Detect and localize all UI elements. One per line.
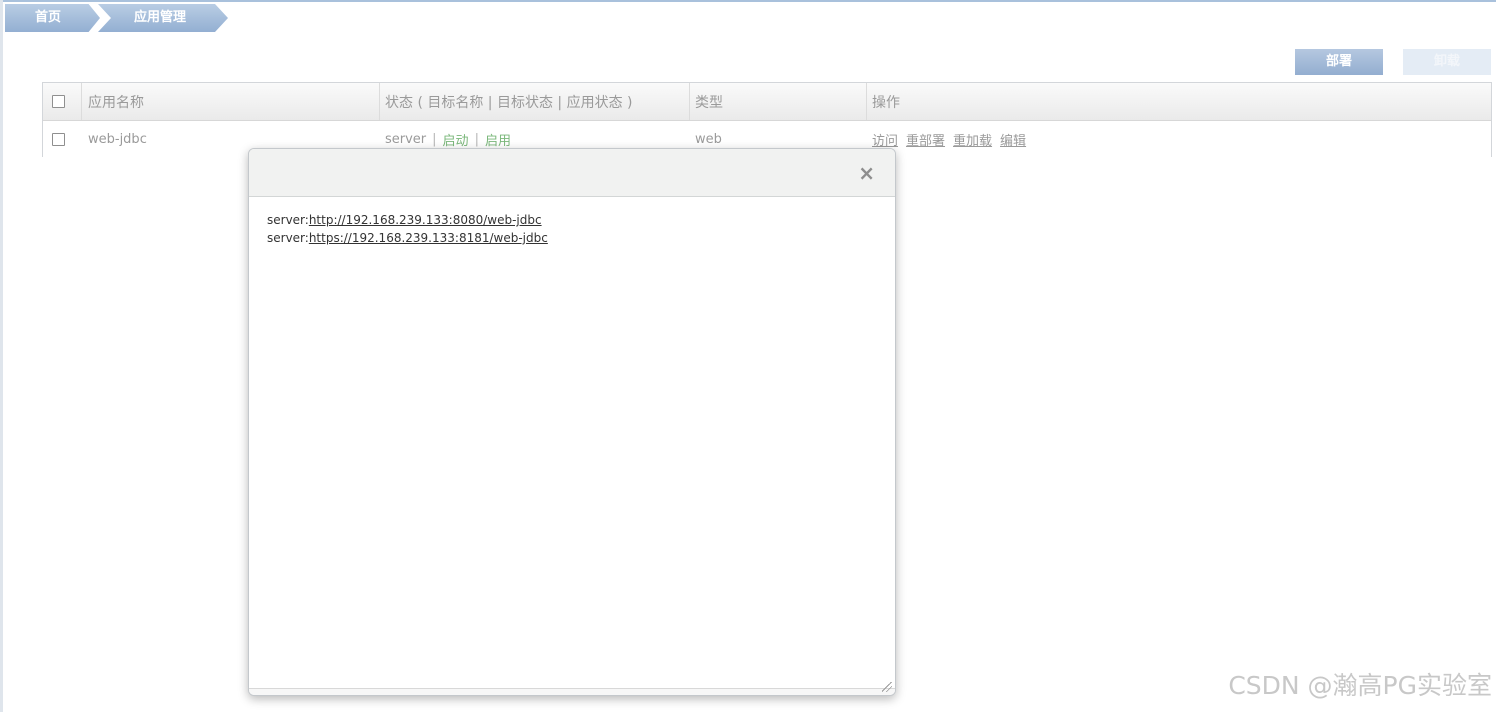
url-prefix: server: xyxy=(267,231,309,245)
watermark: CSDN @瀚高PG实验室 xyxy=(1228,671,1492,700)
column-divider xyxy=(379,83,380,120)
breadcrumb-current[interactable]: 应用管理 xyxy=(98,4,228,32)
https-url-link[interactable]: https://192.168.239.133:8181/web-jdbc xyxy=(309,231,548,245)
resize-handle-icon[interactable] xyxy=(882,682,892,692)
dialog-header: × xyxy=(249,149,895,197)
row-app-name: web-jdbc xyxy=(88,131,147,147)
left-border xyxy=(0,0,3,712)
dialog-body: server:http://192.168.239.133:8080/web-j… xyxy=(267,211,548,247)
url-line: server:https://192.168.239.133:8181/web-… xyxy=(267,229,548,247)
top-border xyxy=(0,0,1496,2)
undeploy-button[interactable]: 卸载 xyxy=(1403,49,1491,75)
redeploy-link[interactable]: 重部署 xyxy=(906,130,945,149)
column-divider xyxy=(866,83,867,120)
select-all-checkbox-cell xyxy=(52,83,65,120)
row-checkbox-cell xyxy=(52,121,65,157)
dialog-footer xyxy=(249,688,895,695)
row-app-status: 启用 xyxy=(484,133,511,149)
reload-link[interactable]: 重加载 xyxy=(953,130,992,149)
status-separator: | xyxy=(432,131,437,147)
table-header: 应用名称 状态 ( 目标名称 | 目标状态 | 应用状态 ) 类型 操作 xyxy=(43,83,1491,121)
status-separator: | xyxy=(474,131,479,147)
url-prefix: server: xyxy=(267,213,309,227)
application-table: 应用名称 状态 ( 目标名称 | 目标状态 | 应用状态 ) 类型 操作 web… xyxy=(42,82,1492,157)
breadcrumb-home[interactable]: 首页 xyxy=(5,4,100,32)
edit-link[interactable]: 编辑 xyxy=(1000,130,1026,149)
column-divider xyxy=(81,83,82,120)
close-icon[interactable]: × xyxy=(858,161,875,185)
access-url-dialog: × server:http://192.168.239.133:8080/web… xyxy=(248,148,896,696)
http-url-link[interactable]: http://192.168.239.133:8080/web-jdbc xyxy=(309,213,542,227)
select-all-checkbox[interactable] xyxy=(52,95,65,108)
visit-link[interactable]: 访问 xyxy=(872,130,898,149)
deploy-button[interactable]: 部署 xyxy=(1295,49,1383,75)
header-operations: 操作 xyxy=(872,94,900,111)
column-divider xyxy=(689,83,690,120)
row-target-name: server xyxy=(385,131,427,147)
row-checkbox[interactable] xyxy=(52,132,65,146)
header-app-name[interactable]: 应用名称 xyxy=(88,83,144,120)
url-line: server:http://192.168.239.133:8080/web-j… xyxy=(267,211,548,229)
header-type[interactable]: 类型 xyxy=(695,83,723,120)
row-target-status: 启动 xyxy=(442,133,469,149)
header-status[interactable]: 状态 ( 目标名称 | 目标状态 | 应用状态 ) xyxy=(385,83,633,120)
row-operations: 访问 重部署 重加载 编辑 xyxy=(872,121,1034,157)
